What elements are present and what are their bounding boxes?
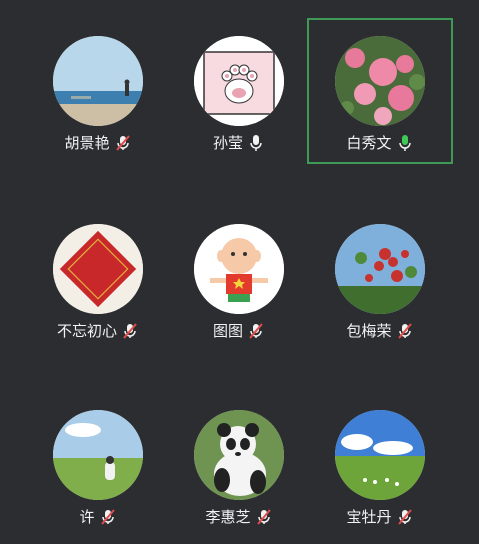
cat-paw-avatar (194, 36, 284, 126)
participant-name: 许 (79, 508, 95, 526)
participant-tile-9[interactable]: 宝牡丹 (307, 392, 453, 538)
mic-muted-icon[interactable] (396, 322, 414, 340)
participant-tile-7[interactable]: 许 (25, 392, 171, 538)
avatar (335, 36, 425, 126)
participant-label: 白秀文 (309, 134, 451, 152)
participant-tile-6[interactable]: 包梅荣 (307, 206, 453, 352)
participant-tile-3[interactable]: 白秀文 (307, 18, 453, 164)
avatar (194, 224, 284, 314)
panda-avatar (194, 410, 284, 500)
mic-muted-icon[interactable] (99, 508, 117, 526)
mic-on-icon[interactable] (247, 134, 265, 152)
participant-name: 白秀文 (346, 134, 392, 152)
participant-label: 包梅荣 (307, 322, 453, 340)
cartoon-boy-avatar (194, 224, 284, 314)
mic-muted-icon[interactable] (396, 508, 414, 526)
participant-name: 胡景艳 (64, 134, 110, 152)
participant-label: 李惠芝 (166, 508, 312, 526)
mic-muted-icon[interactable] (247, 322, 265, 340)
participant-label: 孙莹 (166, 134, 312, 152)
participant-label: 宝牡丹 (307, 508, 453, 526)
participant-name: 李惠芝 (205, 508, 251, 526)
grassland-person-avatar (53, 410, 143, 500)
participant-label: 不忘初心 (25, 322, 171, 340)
avatar (335, 224, 425, 314)
participant-name: 包梅荣 (346, 322, 392, 340)
participant-name: 不忘初心 (56, 322, 117, 340)
participant-label: 胡景艳 (25, 134, 171, 152)
mic-muted-icon[interactable] (114, 134, 132, 152)
grassland-sheep-avatar (335, 410, 425, 500)
mic-muted-icon[interactable] (255, 508, 273, 526)
participant-tile-2[interactable]: 孙莹 (166, 18, 312, 164)
participant-grid: 胡景艳 孙莹 白秀文 不忘初心 图图 包梅荣 许 李惠芝 宝牡丹 (0, 0, 479, 544)
sea-beach-avatar (53, 36, 143, 126)
participant-name: 宝牡丹 (346, 508, 392, 526)
participant-label: 许 (25, 508, 171, 526)
participant-name: 孙莹 (212, 134, 243, 152)
participant-label: 图图 (166, 322, 312, 340)
participant-tile-4[interactable]: 不忘初心 (25, 206, 171, 352)
mic-active-icon[interactable] (396, 134, 414, 152)
red-berries-avatar (335, 224, 425, 314)
pink-roses-avatar (335, 36, 425, 126)
avatar (194, 36, 284, 126)
avatar (53, 36, 143, 126)
avatar (335, 410, 425, 500)
avatar (53, 410, 143, 500)
avatar (53, 224, 143, 314)
avatar (194, 410, 284, 500)
mic-muted-icon[interactable] (121, 322, 139, 340)
participant-name: 图图 (212, 322, 243, 340)
participant-tile-1[interactable]: 胡景艳 (25, 18, 171, 164)
fu-character-avatar (53, 224, 143, 314)
participant-tile-8[interactable]: 李惠芝 (166, 392, 312, 538)
participant-tile-5[interactable]: 图图 (166, 206, 312, 352)
